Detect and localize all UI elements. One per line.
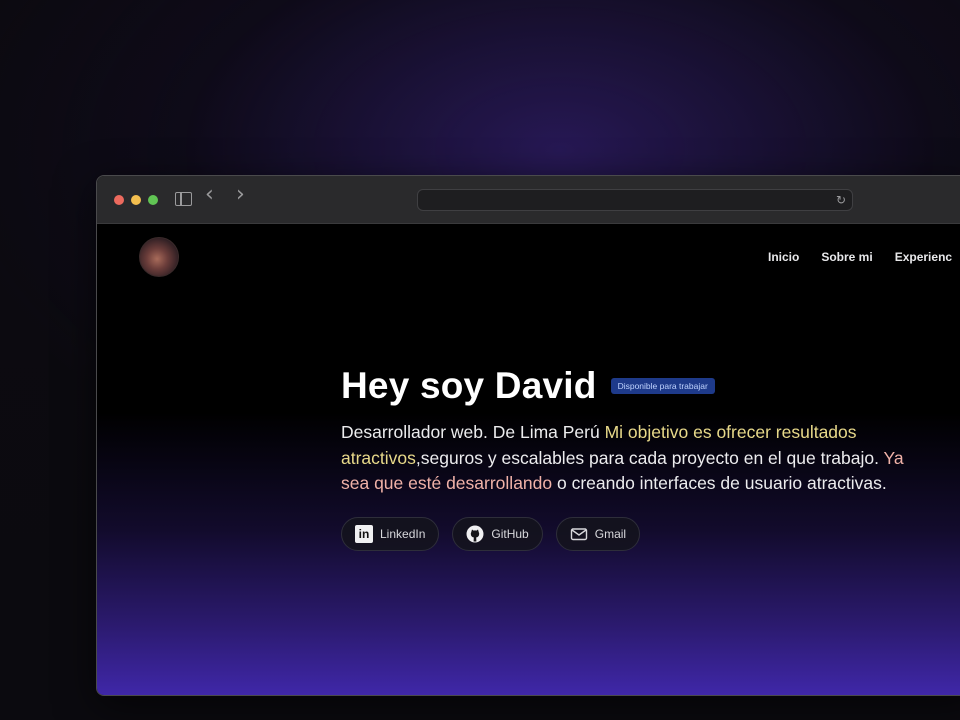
hero-description: Desarrollador web. De Lima Perú Mi objet…	[341, 420, 911, 497]
linkedin-button[interactable]: in LinkedIn	[341, 516, 440, 551]
chevron-left-icon[interactable]: ‹	[205, 184, 214, 206]
linkedin-icon: in	[355, 524, 373, 543]
zoom-window-button[interactable]	[148, 195, 158, 205]
desc-text-3: o creando interfaces de usuario atractiv…	[552, 473, 887, 493]
gmail-label: Gmail	[594, 526, 627, 541]
chevron-right-icon[interactable]: ›	[236, 184, 245, 206]
nav-link-sobre-mi[interactable]: Sobre mi	[821, 250, 872, 264]
title-row: Hey soy David Disponible para trabajar	[341, 364, 921, 408]
close-window-button[interactable]	[114, 195, 124, 205]
reload-icon[interactable]: ↻	[836, 191, 846, 209]
github-button[interactable]: GitHub	[452, 516, 543, 551]
github-icon	[466, 525, 484, 543]
desc-text-1: Desarrollador web. De Lima Perú	[341, 422, 605, 442]
github-label: GitHub	[491, 526, 529, 541]
gmail-button[interactable]: Gmail	[555, 516, 641, 551]
site-nav: Inicio Sobre mi Experienc	[768, 250, 960, 264]
nav-link-experiencia[interactable]: Experienc	[895, 250, 952, 264]
page-viewport: Inicio Sobre mi Experienc Hey soy David …	[97, 224, 960, 695]
browser-toolbar: ‹ › ↻	[97, 176, 960, 224]
address-bar[interactable]: ↻	[417, 189, 853, 211]
status-badge: Disponible para trabajar	[610, 378, 715, 394]
page-title: Hey soy David	[341, 365, 597, 406]
mail-icon	[570, 525, 588, 543]
desc-text-2: ,seguros y escalables para cada proyecto…	[415, 447, 884, 468]
sidebar-icon[interactable]	[175, 192, 192, 206]
nav-link-inicio[interactable]: Inicio	[768, 250, 799, 264]
minimize-window-button[interactable]	[131, 195, 141, 205]
avatar[interactable]	[139, 237, 179, 277]
social-links: in LinkedIn GitHub Gmail	[341, 516, 921, 551]
linkedin-label: LinkedIn	[380, 526, 426, 541]
browser-window: ‹ › ↻ Inicio Sobre mi Experienc Hey soy …	[96, 175, 960, 696]
hero-section: Hey soy David Disponible para trabajar D…	[341, 364, 921, 551]
